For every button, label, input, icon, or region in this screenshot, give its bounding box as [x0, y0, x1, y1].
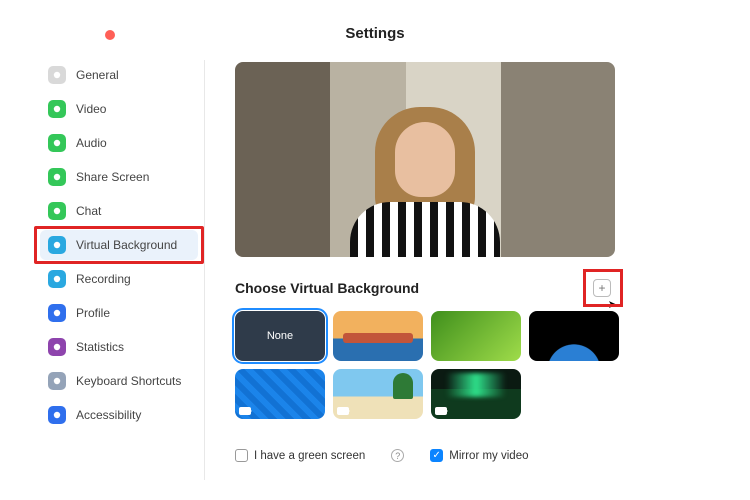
audio-icon — [48, 134, 66, 152]
sidebar: General Video Audio Share Screen Chat Virtual… — [40, 60, 205, 480]
settings-window: Settings General Video Audio Share Screen Ch… — [0, 0, 750, 500]
add-background-button[interactable]: + — [593, 279, 611, 297]
content-area: General Video Audio Share Screen Chat Virtual… — [40, 60, 710, 480]
window-close-button[interactable] — [105, 30, 115, 40]
add-background-highlight: + ➤ — [589, 275, 615, 301]
thumb-label: None — [267, 330, 293, 342]
sidebar-item-label: Statistics — [76, 340, 124, 354]
profile-icon — [48, 304, 66, 322]
chat-icon — [48, 202, 66, 220]
sidebar-item-video[interactable]: Video — [40, 94, 198, 124]
sidebar-item-label: Video — [76, 102, 106, 116]
sidebar-item-label: Chat — [76, 204, 101, 218]
sidebar-item-label: Recording — [76, 272, 131, 286]
sidebar-item-general[interactable]: General — [40, 60, 198, 90]
checkbox-box — [235, 449, 248, 462]
sidebar-item-label: Profile — [76, 306, 110, 320]
video-icon — [435, 407, 447, 415]
sidebar-item-virtual-background[interactable]: Virtual Background — [40, 230, 198, 260]
sidebar-item-label: Accessibility — [76, 408, 141, 422]
sidebar-nav: General Video Audio Share Screen Chat Virtual… — [40, 60, 198, 430]
sidebar-item-label: Keyboard Shortcuts — [76, 374, 181, 388]
keyboard-icon — [48, 372, 66, 390]
accessibility-icon — [48, 406, 66, 424]
section-title: Choose Virtual Background — [235, 280, 419, 296]
background-thumb-golden-gate[interactable] — [333, 311, 423, 361]
sidebar-item-share-screen[interactable]: Share Screen — [40, 162, 198, 192]
plus-icon: + — [598, 281, 605, 295]
background-thumb-beach[interactable] — [333, 369, 423, 419]
sidebar-item-label: Share Screen — [76, 170, 149, 184]
mirror-video-checkbox[interactable]: ✓ Mirror my video — [430, 449, 528, 462]
options-row: I have a green screen ? ✓ Mirror my vide… — [235, 449, 710, 462]
sidebar-item-keyboard-shortcuts[interactable]: Keyboard Shortcuts — [40, 366, 198, 396]
green-screen-label: I have a green screen — [254, 450, 365, 462]
background-grid: None — [235, 311, 627, 419]
share-screen-icon — [48, 168, 66, 186]
sidebar-item-statistics[interactable]: Statistics — [40, 332, 198, 362]
video-icon — [337, 407, 349, 415]
background-thumb-aurora[interactable] — [431, 369, 521, 419]
virtual-background-icon — [48, 236, 66, 254]
background-thumb-grass[interactable] — [431, 311, 521, 361]
cursor-icon: ➤ — [608, 298, 617, 311]
background-thumb-none[interactable]: None — [235, 311, 325, 361]
background-thumb-earth[interactable] — [529, 311, 619, 361]
help-icon[interactable]: ? — [391, 449, 404, 462]
sidebar-item-recording[interactable]: Recording — [40, 264, 198, 294]
sidebar-item-label: Audio — [76, 136, 107, 150]
sidebar-item-audio[interactable]: Audio — [40, 128, 198, 158]
background-thumb-blue-pattern[interactable] — [235, 369, 325, 419]
mirror-video-label: Mirror my video — [449, 450, 528, 462]
recording-icon — [48, 270, 66, 288]
main-panel: Choose Virtual Background + ➤ None I hav… — [205, 60, 710, 480]
gear-icon — [48, 66, 66, 84]
video-icon — [239, 407, 251, 415]
sidebar-item-profile[interactable]: Profile — [40, 298, 198, 328]
green-screen-checkbox[interactable]: I have a green screen — [235, 449, 365, 462]
video-preview — [235, 62, 615, 257]
section-header: Choose Virtual Background + ➤ — [235, 275, 615, 301]
statistics-icon — [48, 338, 66, 356]
sidebar-item-label: Virtual Background — [76, 238, 177, 252]
page-title: Settings — [40, 25, 710, 42]
sidebar-item-chat[interactable]: Chat — [40, 196, 198, 226]
checkbox-box: ✓ — [430, 449, 443, 462]
sidebar-item-accessibility[interactable]: Accessibility — [40, 400, 198, 430]
sidebar-item-label: General — [76, 68, 119, 82]
preview-person — [340, 97, 510, 257]
video-icon — [48, 100, 66, 118]
